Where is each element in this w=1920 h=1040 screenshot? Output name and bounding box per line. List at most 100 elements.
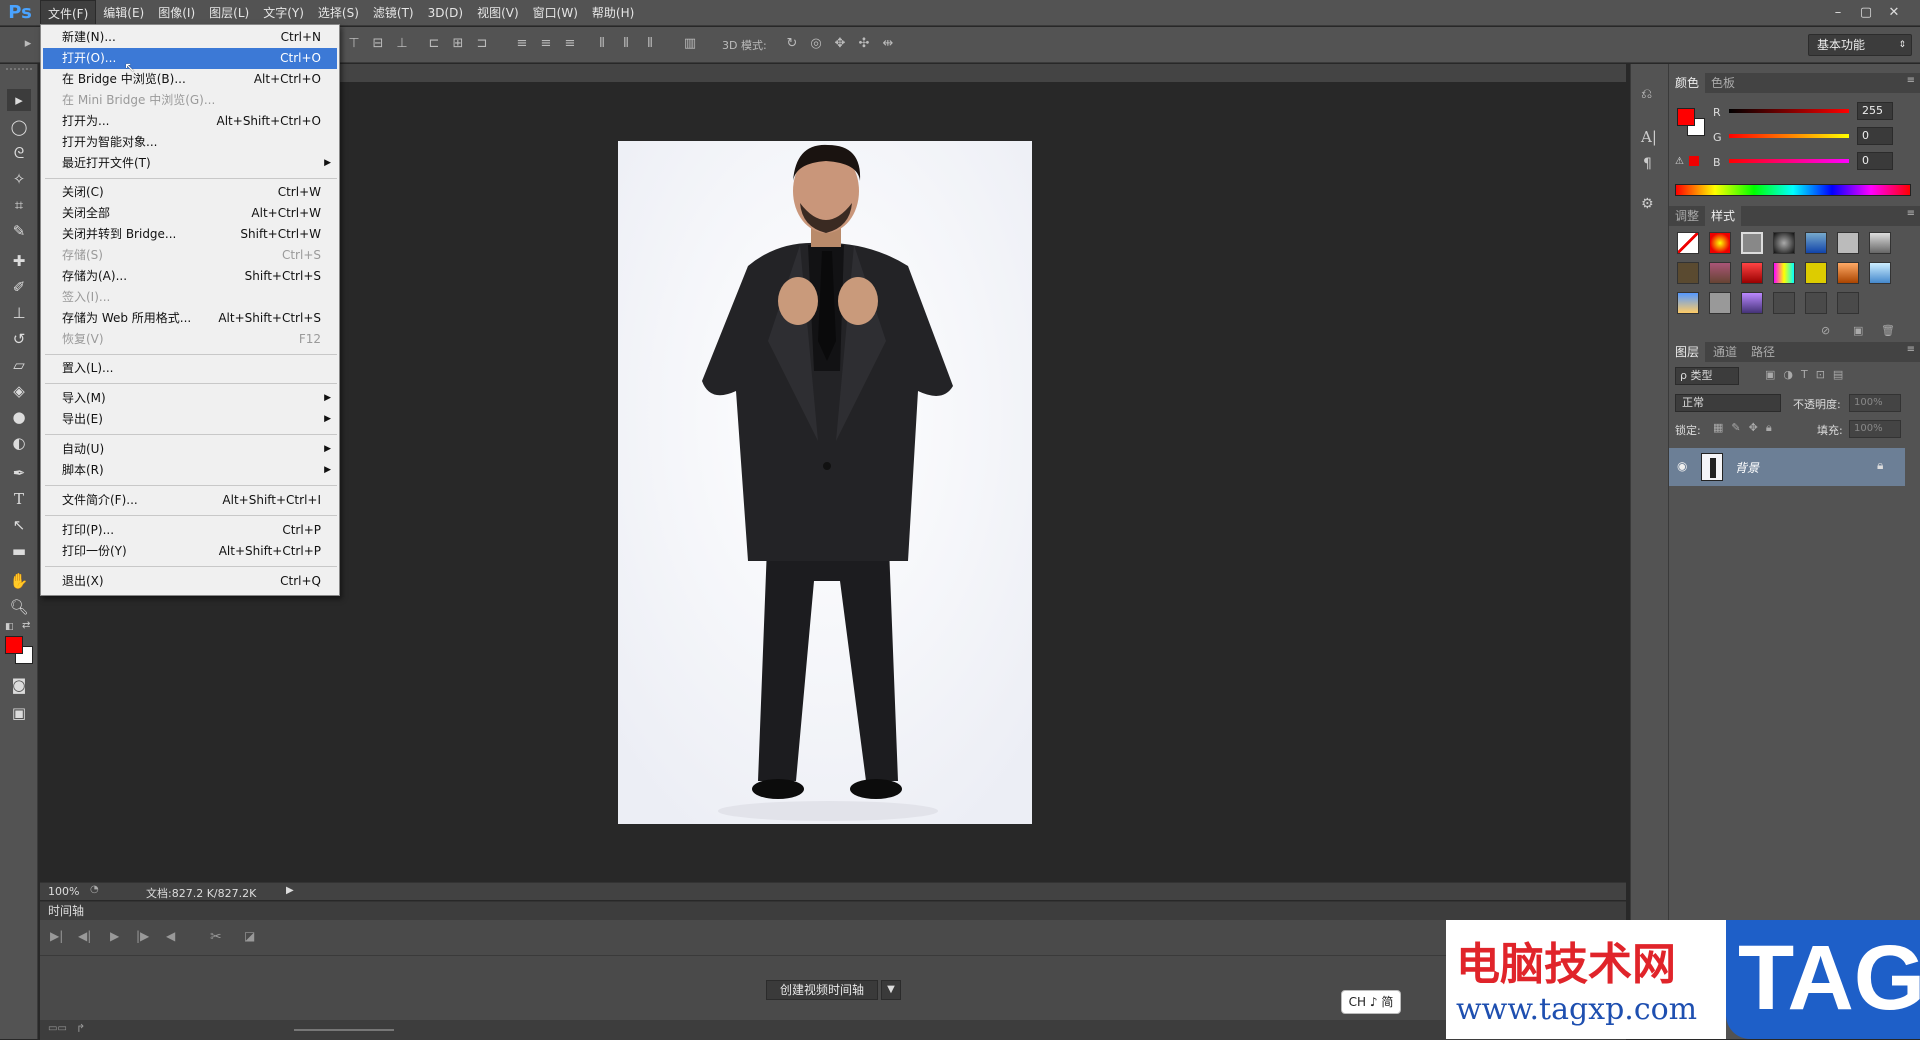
menu-item-automate[interactable]: 自动(U) ▶ xyxy=(43,439,337,460)
render-icon[interactable]: ↱ xyxy=(76,1022,85,1035)
r-slider[interactable] xyxy=(1729,109,1849,113)
blur-tool-icon[interactable]: ● xyxy=(7,406,31,428)
zoom-tool-icon[interactable]: 🔍︎ xyxy=(7,596,31,618)
auto-align-icon[interactable]: ▥ xyxy=(682,36,698,52)
style-swatch[interactable] xyxy=(1773,262,1795,284)
menu-item-file-info[interactable]: 文件简介(F)... Alt+Shift+Ctrl+I xyxy=(43,490,337,511)
menu-item-print[interactable]: 打印(P)... Ctrl+P xyxy=(43,520,337,541)
style-swatch[interactable] xyxy=(1741,262,1763,284)
b-value[interactable]: 0 xyxy=(1857,152,1893,170)
panel-menu-icon[interactable]: ≡ xyxy=(1907,344,1915,355)
paragraph-icon[interactable]: ¶ xyxy=(1643,156,1652,172)
style-swatch[interactable] xyxy=(1869,232,1891,254)
menu-item-new[interactable]: 新建(N)... Ctrl+N xyxy=(43,27,337,48)
path-selection-tool-icon[interactable]: ↖ xyxy=(7,514,31,536)
3d-pan-icon[interactable]: ✥ xyxy=(832,36,848,52)
menu-item-import[interactable]: 导入(M) ▶ xyxy=(43,388,337,409)
style-swatch[interactable] xyxy=(1837,292,1859,314)
distribute-hcenter-icon[interactable]: ⫴ xyxy=(618,36,634,52)
go-first-frame-icon[interactable]: ▶| xyxy=(50,929,63,943)
3d-roll-icon[interactable]: ◎ xyxy=(808,36,824,52)
menu-item-close-go-bridge[interactable]: 关闭并转到 Bridge... Shift+Ctrl+W xyxy=(43,224,337,245)
transition-icon[interactable]: ◪ xyxy=(244,929,255,943)
healing-brush-tool-icon[interactable]: ✚ xyxy=(7,250,31,272)
menu-item-save-as[interactable]: 存储为(A)... Shift+Ctrl+S xyxy=(43,266,337,287)
style-swatch[interactable] xyxy=(1709,232,1731,254)
fill-input[interactable]: 100% xyxy=(1849,420,1901,438)
style-swatch[interactable] xyxy=(1837,232,1859,254)
distribute-vcenter-icon[interactable]: ≡ xyxy=(538,36,554,52)
foreground-color-chip[interactable] xyxy=(1677,108,1695,126)
style-swatch[interactable] xyxy=(1741,232,1763,254)
style-swatch[interactable] xyxy=(1773,292,1795,314)
menu-item-close-all[interactable]: 关闭全部 Alt+Ctrl+W xyxy=(43,203,337,224)
opacity-input[interactable]: 100% xyxy=(1849,394,1901,412)
brush-tool-icon[interactable]: ✐ xyxy=(7,276,31,298)
align-hcenter-icon[interactable]: ⊞ xyxy=(450,36,466,52)
style-swatch[interactable] xyxy=(1677,262,1699,284)
menu-layer[interactable]: 图层(L) xyxy=(202,0,256,26)
paint-bucket-tool-icon[interactable]: ◈ xyxy=(7,380,31,402)
menu-item-exit[interactable]: 退出(X) Ctrl+Q xyxy=(43,571,337,592)
menu-item-place[interactable]: 置入(L)... xyxy=(43,358,337,379)
ime-indicator[interactable]: CH ♪ 简 xyxy=(1341,990,1401,1014)
menu-type[interactable]: 文字(Y) xyxy=(256,0,311,26)
menu-item-scripts[interactable]: 脚本(R) ▶ xyxy=(43,460,337,481)
panel-menu-icon[interactable]: ≡ xyxy=(1907,208,1915,219)
layer-filter-icons[interactable]: ▣◑T⊡▤ xyxy=(1765,368,1851,381)
menu-help[interactable]: 帮助(H) xyxy=(585,0,641,26)
timeline-grid-icon[interactable]: ▭▭ xyxy=(48,1023,67,1034)
tab-color[interactable]: 颜色 xyxy=(1669,73,1706,93)
audio-icon[interactable]: ◀ xyxy=(166,929,175,943)
menu-image[interactable]: 图像(I) xyxy=(151,0,202,26)
3d-rotate-icon[interactable]: ↻ xyxy=(784,36,800,52)
style-swatch[interactable] xyxy=(1805,232,1827,254)
play-icon[interactable]: ▶ xyxy=(110,929,119,943)
menu-file[interactable]: 文件(F) xyxy=(40,0,97,26)
tab-channels[interactable]: 通道 xyxy=(1707,342,1743,362)
stamp-tool-icon[interactable]: ⊥ xyxy=(7,302,31,324)
history-icon[interactable]: ⎌ xyxy=(1641,86,1652,102)
menu-item-browse-bridge[interactable]: 在 Bridge 中浏览(B)... Alt+Ctrl+O xyxy=(43,69,337,90)
menu-item-export[interactable]: 导出(E) ▶ xyxy=(43,409,337,430)
foreground-color-swatch[interactable] xyxy=(5,636,23,654)
menu-item-close[interactable]: 关闭(C) Ctrl+W xyxy=(43,182,337,203)
quick-mask-icon[interactable]: ◙ xyxy=(7,674,31,696)
align-left-icon[interactable]: ⊏ xyxy=(426,36,442,52)
tab-adjustments[interactable]: 调整 xyxy=(1669,206,1705,226)
color-ramp[interactable] xyxy=(1675,184,1911,196)
style-swatch[interactable] xyxy=(1837,262,1859,284)
next-frame-icon[interactable]: |▶ xyxy=(136,929,149,943)
style-swatch[interactable] xyxy=(1709,292,1731,314)
clear-style-icon[interactable]: ⊘ xyxy=(1821,324,1830,337)
status-menu-arrow-icon[interactable]: ▶ xyxy=(286,885,294,896)
align-right-icon[interactable]: ⊐ xyxy=(474,36,490,52)
layer-filter-select[interactable]: ρ 类型 xyxy=(1675,367,1739,385)
default-colors-icon[interactable]: ◧ xyxy=(5,622,14,632)
workspace-select[interactable]: 基本功能 ⇕ xyxy=(1808,34,1912,56)
character-icon[interactable]: A| xyxy=(1641,128,1657,146)
lock-icons[interactable]: ▦✎✥🔒︎ xyxy=(1713,421,1780,435)
3d-slide-icon[interactable]: ✣ xyxy=(856,36,872,52)
gamut-color-chip[interactable] xyxy=(1689,156,1699,166)
maximize-button[interactable]: ▢ xyxy=(1852,3,1880,23)
tab-layers[interactable]: 图层 xyxy=(1669,342,1706,362)
marquee-tool-icon[interactable]: ◯ xyxy=(7,116,31,138)
zoom-level[interactable]: 100% xyxy=(48,885,79,898)
style-swatch[interactable] xyxy=(1773,232,1795,254)
distribute-left-icon[interactable]: ⫴ xyxy=(594,36,610,52)
document-canvas[interactable] xyxy=(618,141,1032,824)
menu-item-open-as[interactable]: 打开为... Alt+Shift+Ctrl+O xyxy=(43,111,337,132)
menu-edit[interactable]: 编辑(E) xyxy=(96,0,151,26)
tab-swatches[interactable]: 色板 xyxy=(1705,73,1741,93)
type-tool-icon[interactable]: T xyxy=(7,488,31,510)
style-swatch[interactable] xyxy=(1869,262,1891,284)
distribute-top-icon[interactable]: ≡ xyxy=(514,36,530,52)
style-swatch[interactable] xyxy=(1677,292,1699,314)
pen-tool-icon[interactable]: ✒ xyxy=(7,462,31,484)
style-swatch[interactable] xyxy=(1805,262,1827,284)
menu-view[interactable]: 视图(V) xyxy=(470,0,526,26)
zoom-slider[interactable] xyxy=(294,1029,394,1031)
distribute-right-icon[interactable]: ⫴ xyxy=(642,36,658,52)
g-slider[interactable] xyxy=(1729,134,1849,138)
